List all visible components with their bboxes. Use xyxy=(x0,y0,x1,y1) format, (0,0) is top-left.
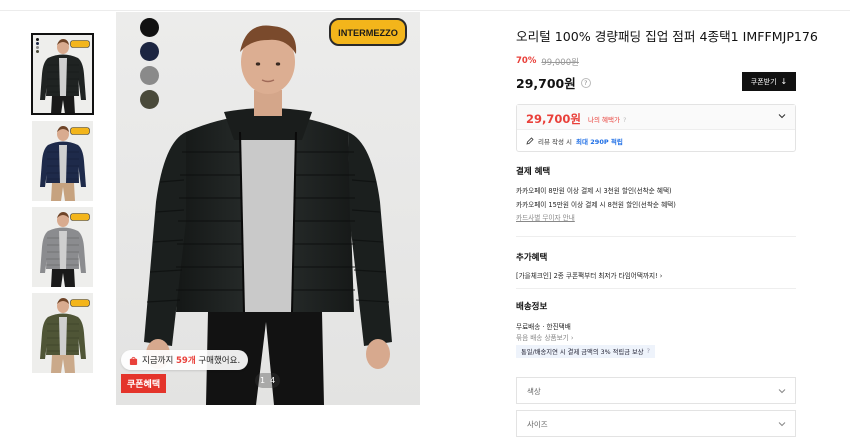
shopping-bag-icon xyxy=(129,356,138,365)
color-swatch-navy[interactable] xyxy=(140,42,159,61)
thumbnail-3[interactable] xyxy=(32,207,93,287)
price-help-icon[interactable]: ? xyxy=(580,77,591,88)
main-product-image[interactable]: INTERMEZZO 지금까지 59개 구매했어요. 쿠폰혜택 1 4 xyxy=(116,12,420,405)
thumbnail-2[interactable] xyxy=(32,121,93,201)
color-swatch-gray[interactable] xyxy=(140,66,159,85)
color-swatch-khaki[interactable] xyxy=(140,90,159,109)
purchase-suffix: 구매했어요. xyxy=(198,356,241,366)
card-installment-link[interactable]: 카드사별 무이자 안내 xyxy=(516,212,575,222)
chevron-down-icon[interactable] xyxy=(778,112,786,120)
chevron-down-icon xyxy=(778,422,786,427)
section-divider xyxy=(516,288,796,289)
shipping-method: 무료배송 · 한진택배 xyxy=(516,323,571,331)
shipping-heading: 배송정보 xyxy=(516,302,548,312)
my-benefit-box[interactable]: 29,700원 나의 혜택가? 리뷰 작성 시 최대 290P 적립 xyxy=(516,104,796,152)
benefit-label-text: 나의 혜택가 xyxy=(588,116,620,124)
coupon-download-button[interactable]: 쿠폰받기 ↓ xyxy=(742,72,796,91)
benefit-label: 나의 혜택가? xyxy=(588,114,626,124)
size-select-label: 사이즈 xyxy=(527,420,548,429)
section-divider xyxy=(516,236,796,237)
badge-help-icon[interactable]: ? xyxy=(647,348,650,355)
brand-logo-text: INTERMEZZO xyxy=(338,28,398,38)
thumbnail-1[interactable] xyxy=(31,33,94,115)
coupon-button-label: 쿠폰받기 xyxy=(750,77,777,86)
size-select[interactable]: 사이즈 xyxy=(516,410,796,437)
color-select[interactable]: 색상 xyxy=(516,377,796,404)
brand-logo: INTERMEZZO xyxy=(329,18,407,46)
price-row: 29,700원 ? xyxy=(516,73,591,92)
sale-price: 29,700원 xyxy=(516,76,576,91)
benefit-help-icon[interactable]: ? xyxy=(623,116,626,124)
chevron-down-icon xyxy=(778,389,786,394)
delay-compensation-badge: 통일/배송지연 시 결제 금액의 3% 적립금 보상 ? xyxy=(516,345,655,358)
review-points: 최대 290P 적립 xyxy=(576,138,623,146)
delay-compensation-text: 통일/배송지연 시 결제 금액의 3% 적립금 보상 xyxy=(521,349,644,356)
discount-row: 70% 99,000원 xyxy=(516,56,579,68)
purchase-prefix: 지금까지 xyxy=(142,356,174,366)
image-pager: 1 4 xyxy=(255,373,281,388)
pager-total: 4 xyxy=(270,376,276,385)
coupon-benefit-tag: 쿠폰혜택 xyxy=(121,374,167,393)
extra-benefit-heading: 추가혜택 xyxy=(516,253,548,263)
review-prefix: 리뷰 작성 시 xyxy=(538,138,573,146)
purchase-count: 59개 xyxy=(175,356,196,366)
thumbnail-4[interactable] xyxy=(32,293,93,373)
top-divider xyxy=(0,10,850,11)
original-price: 99,000원 xyxy=(541,58,579,68)
purchase-count-pill: 지금까지 59개 구매했어요. xyxy=(121,350,249,370)
review-points-row: 리뷰 작성 시 최대 290P 적립 xyxy=(526,136,623,146)
color-swatch-black[interactable] xyxy=(140,18,159,37)
product-title: 오리털 100% 경량패딩 집업 점퍼 4종택1 IMFFMJP176 xyxy=(516,29,818,44)
download-icon: ↓ xyxy=(780,77,788,86)
model-photo xyxy=(116,12,420,405)
benefit-price: 29,700원 xyxy=(526,112,581,126)
payment-line-2: 카카오페이 15만원 이상 결제 시 8천원 할인(선착순 혜택) xyxy=(516,201,676,209)
pager-current: 1 xyxy=(260,376,266,385)
color-select-label: 색상 xyxy=(527,387,541,396)
discount-rate: 70% xyxy=(516,56,537,66)
bundle-shipping-link[interactable]: 묶음 배송 상품보기 › xyxy=(516,332,573,342)
payment-benefit-heading: 결제 혜택 xyxy=(516,167,551,177)
pencil-icon xyxy=(526,137,534,145)
payment-line-1: 카카오페이 8만원 이상 결제 시 3천원 할인(선착순 혜택) xyxy=(516,187,672,195)
extra-benefit-link[interactable]: [가을체크인] 2종 쿠폰팩부터 최저가 타임어택까지! › xyxy=(516,270,662,280)
